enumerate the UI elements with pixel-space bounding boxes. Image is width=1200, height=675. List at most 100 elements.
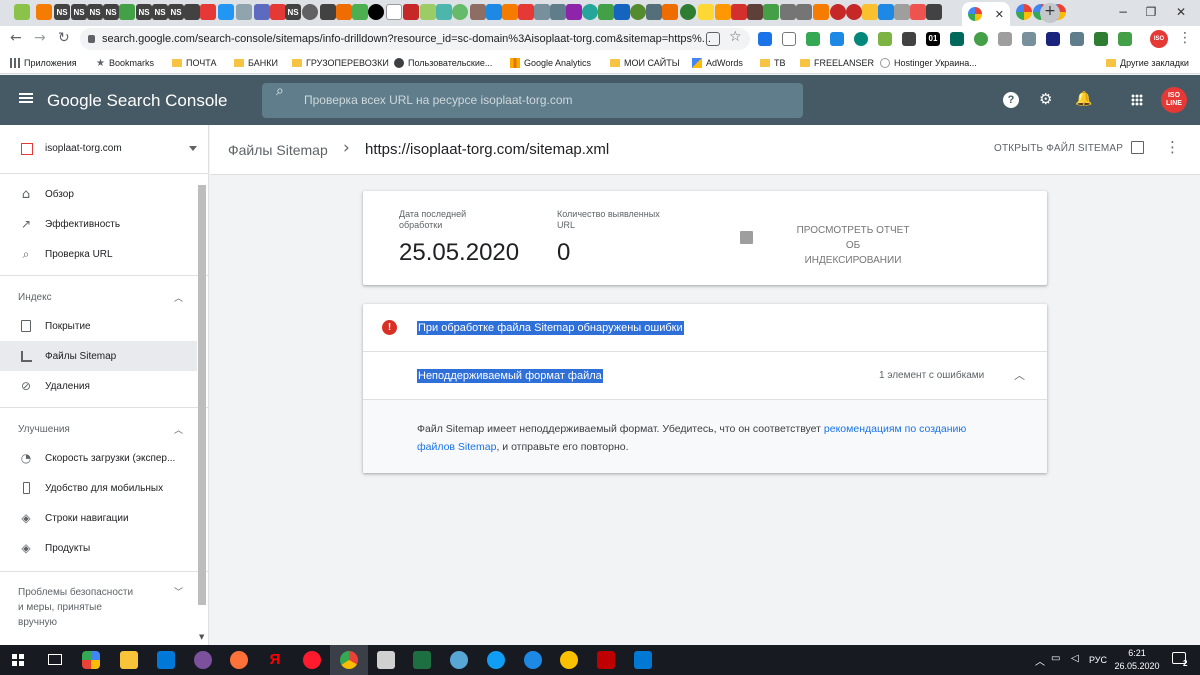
property-selector[interactable]: isoplaat-torg.com [0,125,208,173]
tray-chevron-icon[interactable]: ︿ [1035,653,1045,668]
tab-favicon[interactable] [747,4,763,20]
tab-favicon[interactable]: NS [87,4,103,20]
tab-favicon[interactable] [646,4,662,20]
tab-favicon[interactable] [582,4,598,20]
scroll-down-arrow-icon[interactable]: ▼ [199,633,204,641]
tab-favicon[interactable] [550,4,566,20]
url-input[interactable]: search.google.com/search-console/sitemap… [80,28,750,50]
tab-favicon[interactable] [630,4,646,20]
tab-favicon[interactable] [436,4,452,20]
tab-favicon[interactable] [452,4,468,20]
edge-legacy-icon[interactable] [524,651,542,669]
tab-favicon[interactable] [386,4,402,20]
chrome-icon[interactable] [340,651,358,669]
vscode-icon[interactable] [634,651,652,669]
tab-favicon[interactable] [200,4,216,20]
tab-favicon[interactable] [403,4,419,20]
url-inspect-search[interactable]: ⌕ Проверка всех URL на ресурсе isoplaat-… [262,83,803,118]
tab-favicon[interactable] [566,4,582,20]
tab-favicon[interactable] [796,4,812,20]
extension-icon[interactable] [1046,32,1060,46]
opera-icon[interactable] [303,651,321,669]
extension-icon[interactable] [1118,32,1132,46]
restore-window-icon[interactable]: ❐ [1136,2,1166,22]
users-settings-icon[interactable]: ⚙ [1039,90,1052,108]
tab-favicon[interactable] [862,4,878,20]
tab-favicon[interactable] [254,4,270,20]
tab-favicon[interactable] [894,4,910,20]
tab-favicon[interactable]: NS [71,4,87,20]
google-apps-icon[interactable] [1131,94,1143,106]
tab-favicon[interactable] [614,4,630,20]
volume-icon[interactable]: ◁ [1071,653,1079,664]
tab-favicon[interactable] [320,4,336,20]
extension-icon[interactable] [854,32,868,46]
extension-icon[interactable] [1094,32,1108,46]
tab-favicon[interactable]: NS [103,4,119,20]
tab-favicon[interactable] [878,4,894,20]
sidebar-item-mobile[interactable]: Удобство для мобильных [0,473,197,503]
browser-menu-icon[interactable]: ⋮ [1178,30,1192,46]
active-tab[interactable]: ✕ [962,2,1010,26]
tab-favicon[interactable]: NS [168,4,184,20]
bookmark-apps[interactable]: Приложения [10,56,77,70]
tab-favicon[interactable] [830,4,846,20]
tab-favicon[interactable] [184,4,200,20]
back-arrow-icon[interactable]: ← [10,30,22,46]
new-tab-plus-icon[interactable]: + [1040,3,1060,23]
tab-favicon[interactable] [780,4,796,20]
tab-favicon[interactable] [662,4,678,20]
firefox-icon[interactable] [230,651,248,669]
close-tab-icon[interactable]: ✕ [995,8,1004,21]
tab-favicon[interactable]: NS [136,4,152,20]
extension-icon[interactable] [1022,32,1036,46]
sidebar-item-url-inspection[interactable]: ⌕ Проверка URL [0,239,197,269]
calculator-icon[interactable] [377,651,395,669]
tab-favicon[interactable] [36,4,52,20]
tab-favicon[interactable] [270,4,286,20]
bookmark-item[interactable]: Пользовательские... [394,56,492,70]
translate-icon[interactable] [706,32,720,46]
tab-favicon[interactable] [926,4,942,20]
close-window-icon[interactable]: ✕ [1166,2,1196,22]
tab-favicon[interactable]: NS [54,4,70,20]
sidebar-item-performance[interactable]: ↗ Эффективность [0,209,197,239]
tab-favicon[interactable] [763,4,779,20]
extension-icon[interactable] [878,32,892,46]
app-icon-taskbar[interactable] [82,651,100,669]
edge-icon[interactable] [487,651,505,669]
sidebar-item-breadcrumbs[interactable]: ◈ Строки навигации [0,503,197,533]
sidebar-item-sitemaps[interactable]: Файлы Sitemap [0,341,197,371]
network-icon[interactable]: ▭ [1051,653,1060,664]
extension-icon[interactable] [782,32,796,46]
tab-favicon[interactable] [680,4,696,20]
chevron-up-icon[interactable]: ︿ [1014,367,1025,383]
bookmark-item[interactable]: Google Analytics [510,56,591,70]
windows-start-icon[interactable] [12,654,24,666]
sidebar-scrollbar[interactable] [198,185,206,605]
bookmark-folder[interactable]: БАНКИ [234,56,278,70]
tab-favicon[interactable] [518,4,534,20]
chevron-up-icon[interactable]: ︿ [174,423,183,436]
mail-icon[interactable] [157,651,175,669]
tab-favicon[interactable] [731,4,747,20]
breadcrumb-parent-link[interactable]: Файлы Sitemap [228,142,328,158]
gsc-logo[interactable]: Google Search Console [47,91,228,111]
tab-favicon[interactable]: NS [285,4,301,20]
excel-icon[interactable] [413,651,431,669]
tab-favicon[interactable] [502,4,518,20]
extension-icon[interactable] [806,32,820,46]
extension-icon[interactable] [902,32,916,46]
help-icon[interactable]: ? [1003,92,1019,108]
more-vert-icon[interactable]: ⋮ [1165,138,1180,156]
extension-icon[interactable] [830,32,844,46]
bookmark-item[interactable]: AdWords [692,56,743,70]
notifications-bell-icon[interactable]: 🔔 [1075,91,1092,107]
extension-icon[interactable] [998,32,1012,46]
input-language[interactable]: РУС [1089,655,1107,665]
clock[interactable]: 6:21 26.05.2020 [1112,647,1162,673]
bookmark-folder[interactable]: FREELANSER [800,56,874,70]
tab-favicon[interactable] [236,4,252,20]
sidebar-item-speed[interactable]: ◔ Скорость загрузки (экспер... [0,443,197,473]
extension-icon[interactable]: 01 [926,32,940,46]
